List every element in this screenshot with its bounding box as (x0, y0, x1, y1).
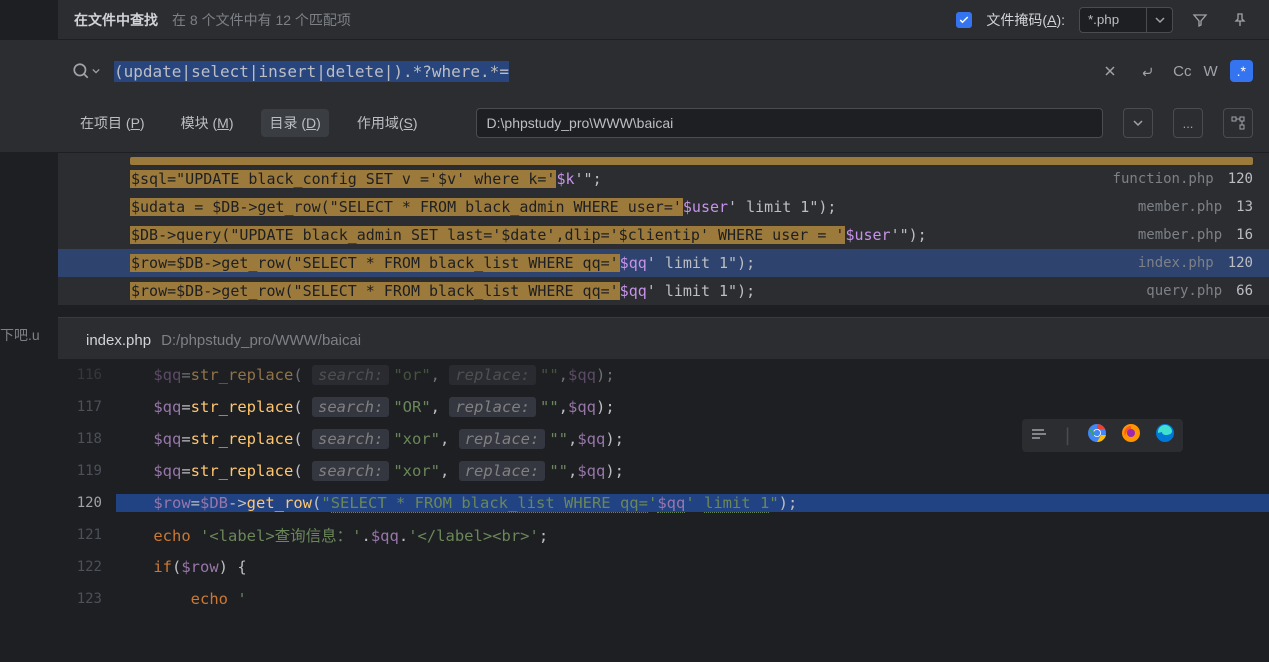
file-mask-input[interactable] (1079, 7, 1147, 33)
dialog-title: 在文件中查找 (74, 10, 158, 30)
preview-header: index.php D:/phpstudy_pro/WWW/baicai (58, 317, 1269, 359)
line-number: 121 (58, 527, 116, 543)
background-text-left: 下吧.u (0, 325, 40, 345)
result-row[interactable]: $row=$DB->get_row("SELECT * FROM black_l… (58, 249, 1269, 277)
chrome-icon[interactable] (1087, 423, 1107, 448)
result-filename: query.php (1146, 283, 1222, 299)
match-case-toggle[interactable]: Cc (1173, 63, 1191, 80)
scope-scope-tab[interactable]: 作用域(S) (349, 109, 426, 137)
directory-browse-button[interactable]: ... (1173, 108, 1203, 138)
file-mask-label: 文件掩码(A): (986, 10, 1065, 30)
result-linenum: 120 (1228, 255, 1253, 271)
result-linenum: 120 (1228, 171, 1253, 187)
filter-icon[interactable] (1187, 7, 1213, 33)
code-editor[interactable]: | 116 $qq=str_replace( search:"or", repl… (58, 359, 1269, 615)
line-number: 117 (58, 399, 116, 415)
file-mask-checkbox[interactable] (956, 12, 972, 28)
result-top-indicator (130, 157, 1253, 165)
results-list: $sql="UPDATE black_config SET v ='$v' wh… (58, 153, 1269, 305)
editor-line[interactable]: 120 $row=$DB->get_row("SELECT * FROM bla… (58, 487, 1269, 519)
result-row[interactable]: $DB->query("UPDATE black_admin SET last=… (58, 221, 1269, 249)
soft-wrap-icon[interactable] (1030, 425, 1048, 446)
result-linenum: 66 (1236, 283, 1253, 299)
result-filename: function.php (1113, 171, 1214, 187)
scope-directory-tab[interactable]: 目录 (D) (261, 109, 328, 137)
firefox-icon[interactable] (1121, 423, 1141, 448)
result-row[interactable]: $sql="UPDATE black_config SET v ='$v' wh… (58, 165, 1269, 193)
line-number: 116 (58, 367, 116, 383)
search-input[interactable]: (update|select|insert|delete|).*?where.*… (114, 62, 1083, 81)
file-mask-dropdown[interactable] (1147, 7, 1173, 33)
whole-words-toggle[interactable]: W (1203, 63, 1217, 80)
result-row[interactable]: $udata = $DB->get_row("SELECT * FROM bla… (58, 193, 1269, 221)
line-number: 122 (58, 559, 116, 575)
result-row[interactable]: $row=$DB->get_row("SELECT * FROM black_l… (58, 277, 1269, 305)
result-filename: member.php (1138, 227, 1222, 243)
pin-icon[interactable] (1227, 7, 1253, 33)
regex-toggle[interactable]: .* (1230, 60, 1253, 82)
editor-line[interactable]: 123 echo ' (58, 583, 1269, 615)
edge-icon[interactable] (1155, 423, 1175, 448)
line-number: 123 (58, 591, 116, 607)
browser-icons: | (1022, 419, 1183, 452)
result-linenum: 16 (1236, 227, 1253, 243)
line-number: 118 (58, 431, 116, 447)
result-filename: index.php (1138, 255, 1214, 271)
directory-tree-button[interactable] (1223, 108, 1253, 138)
newline-icon[interactable] (1135, 58, 1161, 84)
result-filename: member.php (1138, 199, 1222, 215)
scope-module-tab[interactable]: 模块 (M) (173, 109, 242, 137)
preview-filename: index.php (86, 332, 151, 349)
scope-project-tab[interactable]: 在项目 (P) (72, 109, 153, 137)
directory-dropdown[interactable] (1123, 108, 1153, 138)
topbar: 在文件中查找 在 8 个文件中有 12 个匹配项 文件掩码(A): (58, 0, 1269, 40)
line-number: 119 (58, 463, 116, 479)
search-row: (update|select|insert|delete|).*?where.*… (0, 40, 1269, 98)
editor-line[interactable]: 121 echo '<label>查询信息：'.$qq.'</label><br… (58, 519, 1269, 551)
editor-line[interactable]: 119 $qq=str_replace( search:"xor", repla… (58, 455, 1269, 487)
search-icon (72, 62, 100, 80)
preview-filepath: D:/phpstudy_pro/WWW/baicai (161, 332, 361, 349)
editor-line[interactable]: 116 $qq=str_replace( search:"or", replac… (58, 359, 1269, 391)
scope-row: 在项目 (P) 模块 (M) 目录 (D) 作用域(S) ... (0, 98, 1269, 153)
match-count-label: 在 8 个文件中有 12 个匹配项 (172, 10, 351, 30)
line-number: 120 (58, 495, 116, 511)
result-linenum: 13 (1236, 199, 1253, 215)
clear-icon[interactable] (1097, 58, 1123, 84)
editor-line[interactable]: 122 if($row) { (58, 551, 1269, 583)
directory-input[interactable] (476, 108, 1103, 138)
